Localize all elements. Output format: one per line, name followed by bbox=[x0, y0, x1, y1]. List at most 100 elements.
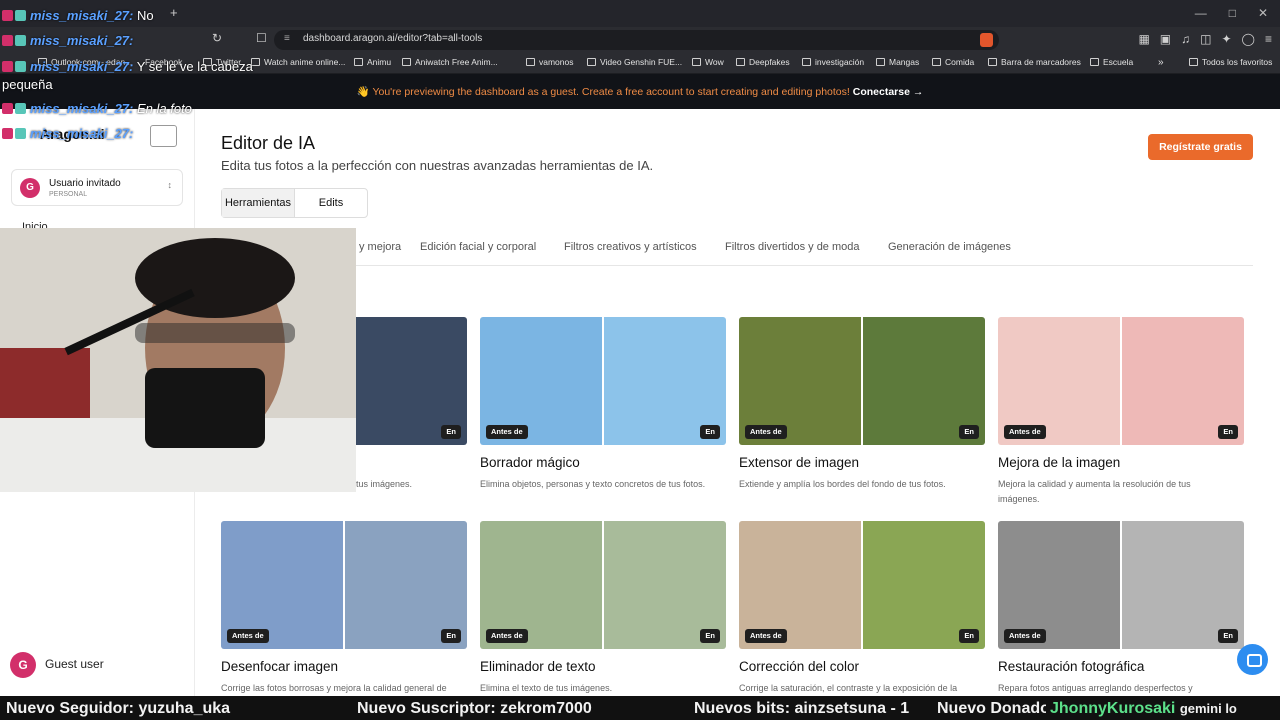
bookmark-folder[interactable]: Deepfakes bbox=[736, 57, 790, 67]
tool-title: Eliminador de texto bbox=[480, 659, 596, 674]
close-icon[interactable]: ✕ bbox=[1258, 6, 1268, 20]
register-button[interactable]: Regístrate gratis bbox=[1148, 134, 1253, 160]
before-tag: Antes de bbox=[486, 629, 528, 643]
address-bar-row: ↻ ☐ ≡ dashboard.aragon.ai/editor?tab=all… bbox=[0, 27, 1280, 52]
tool-description: Extiende y amplía los bordes del fondo d… bbox=[739, 479, 946, 489]
brave-shield-icon[interactable] bbox=[980, 33, 993, 47]
before-after-image: Antes de En bbox=[998, 317, 1244, 445]
before-tag: Antes de bbox=[1004, 629, 1046, 643]
before-tag: Antes de bbox=[486, 425, 528, 439]
music-icon[interactable]: ♫ bbox=[1181, 32, 1190, 46]
ticker-item: Nuevo Seguidor: yuzuha_uka bbox=[6, 700, 231, 717]
before-after-image: Antes de En bbox=[739, 521, 985, 649]
before-tag: Antes de bbox=[745, 425, 787, 439]
toolbar-icons: ▦ ▣ ♫ ◫ ✦ ◯ ≡ bbox=[1138, 32, 1272, 46]
site-info-icon[interactable]: ≡ bbox=[284, 33, 290, 44]
url-field[interactable]: ≡ dashboard.aragon.ai/editor?tab=all-too… bbox=[274, 30, 999, 50]
tool-description: Elimina el texto de tus imágenes. bbox=[480, 683, 613, 693]
before-tag: Antes de bbox=[1004, 425, 1046, 439]
after-tag: En bbox=[1218, 629, 1238, 643]
window-controls: — □ ✕ bbox=[1195, 6, 1268, 20]
stream-alert-ticker: Nuevo Seguidor: yuzuha_uka Nuevo Suscrip… bbox=[0, 696, 1280, 720]
category-tab[interactable]: y mejora bbox=[359, 241, 401, 253]
tool-title: Corrección del color bbox=[739, 659, 860, 674]
screen: + — □ ✕ ↻ ☐ ≡ dashboard.aragon.ai/editor… bbox=[0, 0, 1280, 720]
after-tag: En bbox=[700, 629, 720, 643]
bookmark-icon[interactable]: ☐ bbox=[256, 31, 267, 45]
bookmark-folder[interactable]: investigación bbox=[802, 57, 864, 67]
menu-icon[interactable]: ≡ bbox=[1265, 32, 1272, 46]
tool-description: Repara fotos antiguas arreglando desperf… bbox=[998, 683, 1193, 693]
bookmark-item[interactable]: Facebook bbox=[145, 57, 182, 67]
chevron-right-icon[interactable]: » bbox=[1158, 57, 1164, 68]
category-tab[interactable]: Filtros divertidos y de moda bbox=[725, 241, 860, 253]
bookmark-folder[interactable]: Escuela bbox=[1090, 57, 1133, 67]
before-after-image: Antes de En bbox=[221, 521, 467, 649]
maximize-icon[interactable]: □ bbox=[1229, 6, 1236, 20]
brand-name: Aragon.ai bbox=[40, 126, 105, 142]
after-tag: En bbox=[959, 425, 979, 439]
all-bookmarks[interactable]: Todos los favoritos bbox=[1189, 57, 1272, 67]
workspace-user-name: Usuario invitado bbox=[49, 178, 121, 189]
minimize-icon[interactable]: — bbox=[1195, 6, 1207, 20]
url-text: dashboard.aragon.ai/editor?tab=all-tools bbox=[303, 33, 483, 44]
before-after-image: Antes de En bbox=[480, 521, 726, 649]
ticker-item: Nuevo Suscriptor: zekrom7000 bbox=[357, 700, 592, 717]
avatar: G bbox=[20, 178, 40, 198]
before-after-image: Antes de En bbox=[739, 317, 985, 445]
editor-main: Editor de IA Edita tus fotos a la perfec… bbox=[195, 109, 1280, 696]
page-subtitle: Edita tus fotos a la perfección con nues… bbox=[221, 158, 654, 173]
tool-description: Elimina objetos, personas y texto concre… bbox=[480, 479, 706, 489]
tool-title: Mejora de la imagen bbox=[998, 455, 1121, 470]
workspace-switcher[interactable]: G Usuario invitado PERSONAL ↕ bbox=[11, 169, 183, 206]
leo-icon[interactable]: ✦ bbox=[1221, 32, 1231, 46]
wallet-icon[interactable]: ▣ bbox=[1160, 32, 1171, 46]
tool-title: Desenfocar imagen bbox=[221, 659, 339, 674]
reload-icon[interactable]: ↻ bbox=[212, 31, 222, 45]
after-tag: En bbox=[959, 629, 979, 643]
bookmarks-bar: Outlook.com - edan... Facebook Twitter W… bbox=[0, 52, 1280, 74]
tool-description: Corrige las fotos borrosas y mejora la c… bbox=[221, 683, 447, 693]
bookmark-folder[interactable]: Wow bbox=[692, 57, 724, 67]
workspace-plan: PERSONAL bbox=[49, 191, 88, 198]
before-tag: Antes de bbox=[227, 629, 269, 643]
tab-edits[interactable]: Edits bbox=[295, 189, 367, 217]
new-tab-button[interactable]: + bbox=[170, 5, 178, 20]
bookmark-folder[interactable]: Barra de marcadores bbox=[988, 57, 1081, 67]
bookmark-item[interactable]: Outlook.com - edan... bbox=[38, 57, 132, 67]
after-tag: En bbox=[1218, 425, 1238, 439]
chat-help-icon[interactable] bbox=[1237, 644, 1268, 675]
category-tab[interactable]: Filtros creativos y artísticos bbox=[564, 241, 697, 253]
guest-preview-banner: 👋 You're previewing the dashboard as a g… bbox=[0, 74, 1280, 109]
before-after-image: Antes de En bbox=[480, 317, 726, 445]
extensions-icon[interactable]: ▦ bbox=[1138, 32, 1149, 46]
banner-text: 👋 You're previewing the dashboard as a g… bbox=[356, 86, 850, 98]
tool-title: Restauración fotográfica bbox=[998, 659, 1145, 674]
sign-in-link[interactable]: Conectarse → bbox=[853, 86, 924, 98]
bookmark-folder[interactable]: Comida bbox=[932, 57, 974, 67]
after-tag: En bbox=[700, 425, 720, 439]
category-tab[interactable]: Edición facial y corporal bbox=[420, 241, 536, 253]
sidebar-toggle-icon[interactable] bbox=[150, 125, 177, 147]
bookmark-folder[interactable]: Video Genshin FUE... bbox=[587, 57, 682, 67]
view-toggle: Herramientas Edits bbox=[221, 188, 368, 218]
ticker-chat-message: gemini lo bbox=[1179, 701, 1237, 716]
bookmark-folder[interactable]: Mangas bbox=[876, 57, 919, 67]
after-tag: En bbox=[441, 629, 461, 643]
bookmark-item[interactable]: Animu bbox=[354, 57, 391, 67]
tab-tools[interactable]: Herramientas bbox=[222, 189, 295, 217]
ticker-item: Nuevos bits: ainzsetsuna - 1 bbox=[694, 700, 910, 717]
ticker-chat: JhonnyKurosaki gemini lo bbox=[1046, 696, 1237, 720]
bookmark-item[interactable]: Twitter bbox=[203, 57, 241, 67]
bookmark-folder[interactable]: vamonos bbox=[526, 57, 574, 67]
chevron-up-down-icon: ↕ bbox=[167, 180, 173, 190]
bookmark-item[interactable]: Watch anime online... bbox=[251, 57, 345, 67]
tool-title: Extensor de imagen bbox=[739, 455, 860, 470]
tool-description: Mejora la calidad y aumenta la resolució… bbox=[998, 479, 1191, 504]
before-tag: Antes de bbox=[745, 629, 787, 643]
ticker-chat-user: JhonnyKurosaki bbox=[1050, 700, 1176, 717]
category-tab[interactable]: Generación de imágenes bbox=[888, 241, 1011, 253]
vpn-icon[interactable]: ◯ bbox=[1242, 32, 1255, 46]
sidebar-icon[interactable]: ◫ bbox=[1200, 32, 1211, 46]
bookmark-item[interactable]: Aniwatch Free Anim... bbox=[402, 57, 498, 67]
